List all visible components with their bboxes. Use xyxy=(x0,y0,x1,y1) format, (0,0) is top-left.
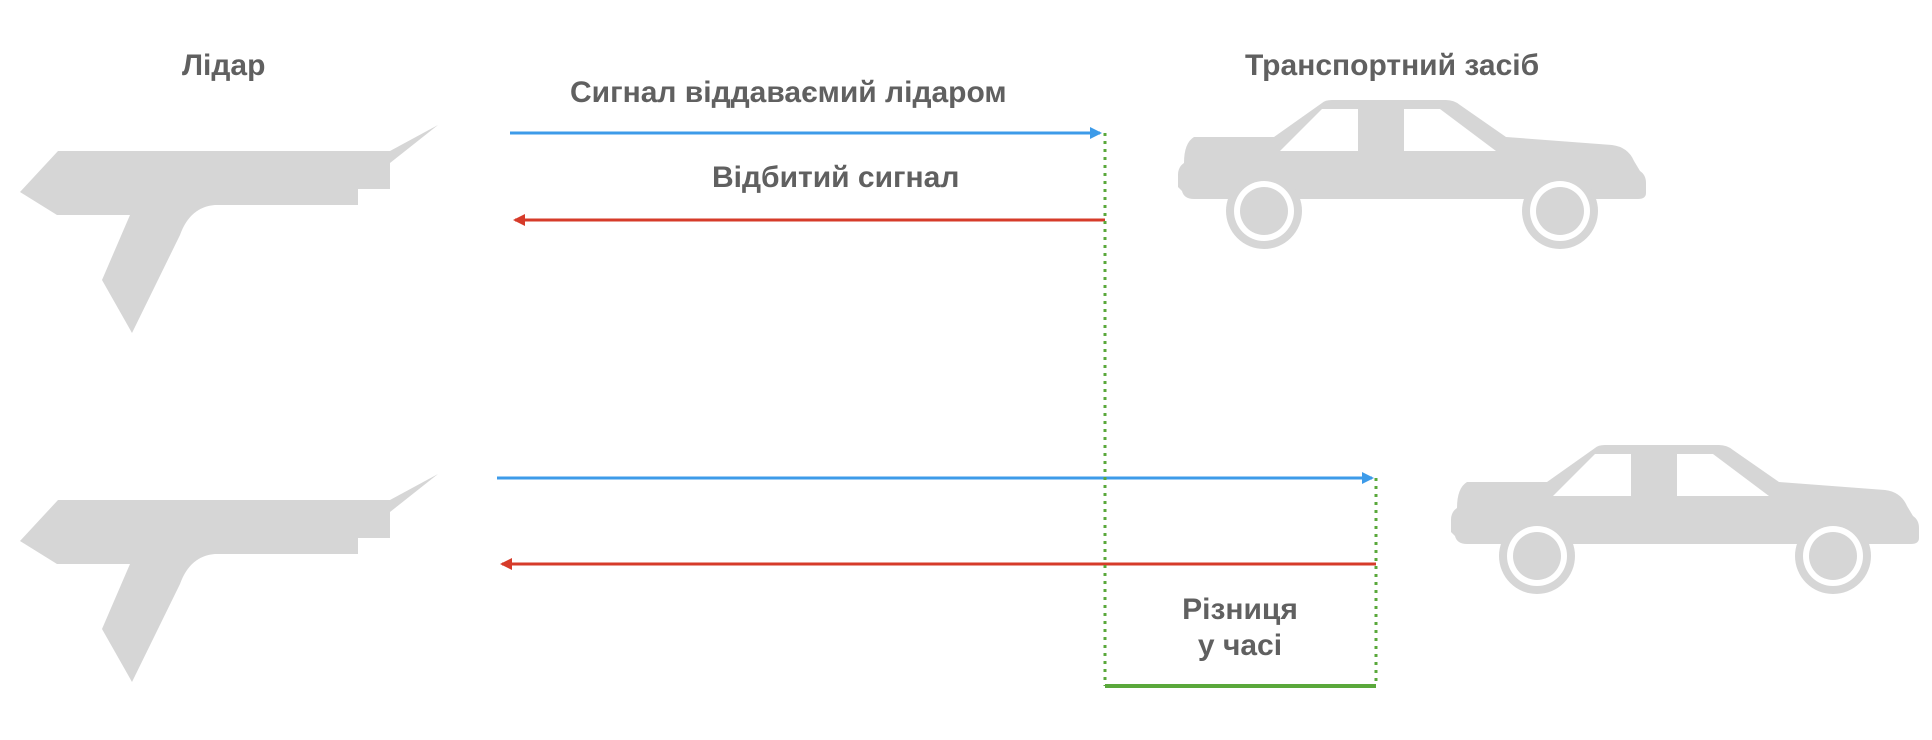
lidar-label: Лідар xyxy=(182,49,266,82)
reflected-signal-label: Відбитий сигнал xyxy=(712,161,960,194)
time-difference-label: Різниця у часі xyxy=(1140,592,1340,664)
lidar-diagram: Лідар Транспортний засіб Сигнал віддаває… xyxy=(0,0,1932,740)
vehicle-label: Транспортний засіб xyxy=(1245,49,1540,82)
car-icon-bottom xyxy=(1451,445,1919,594)
time-difference-line1: Різниця xyxy=(1182,593,1298,626)
time-difference-line2: у часі xyxy=(1197,629,1283,662)
lidar-gun-icon-top xyxy=(20,125,438,333)
emitted-signal-label: Сигнал віддаваємий лідаром xyxy=(570,76,1007,109)
lidar-gun-icon-bottom xyxy=(20,474,438,682)
diagram-canvas xyxy=(20,100,1919,688)
car-icon-top xyxy=(1178,100,1646,249)
